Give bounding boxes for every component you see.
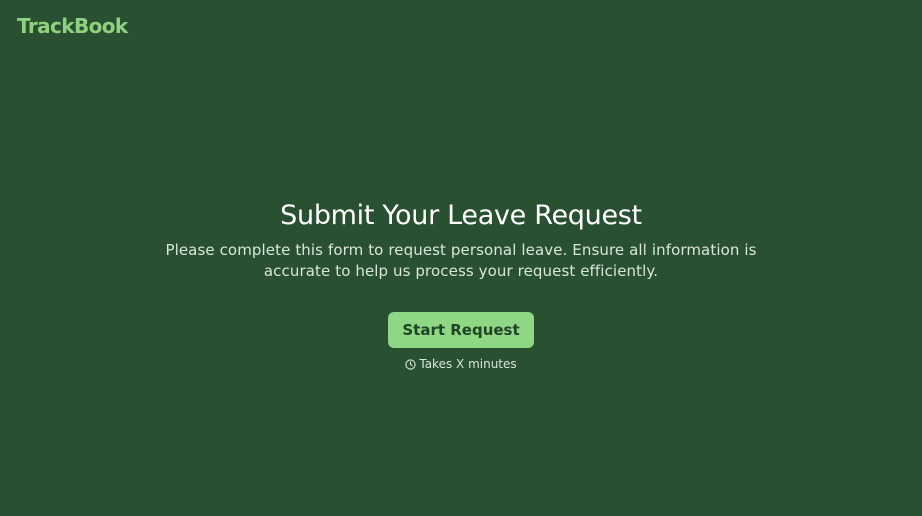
brand-logo[interactable]: TrackBook	[17, 12, 128, 40]
leave-request-intro: Submit Your Leave Request Please complet…	[0, 198, 922, 372]
start-request-button[interactable]: Start Request	[388, 312, 534, 348]
duration-note: Takes X minutes	[0, 356, 922, 372]
duration-text: Takes X minutes	[419, 357, 517, 371]
page-title: Submit Your Leave Request	[280, 200, 642, 231]
page-description: Please complete this form to request per…	[165, 241, 757, 280]
clock-icon	[405, 358, 416, 370]
